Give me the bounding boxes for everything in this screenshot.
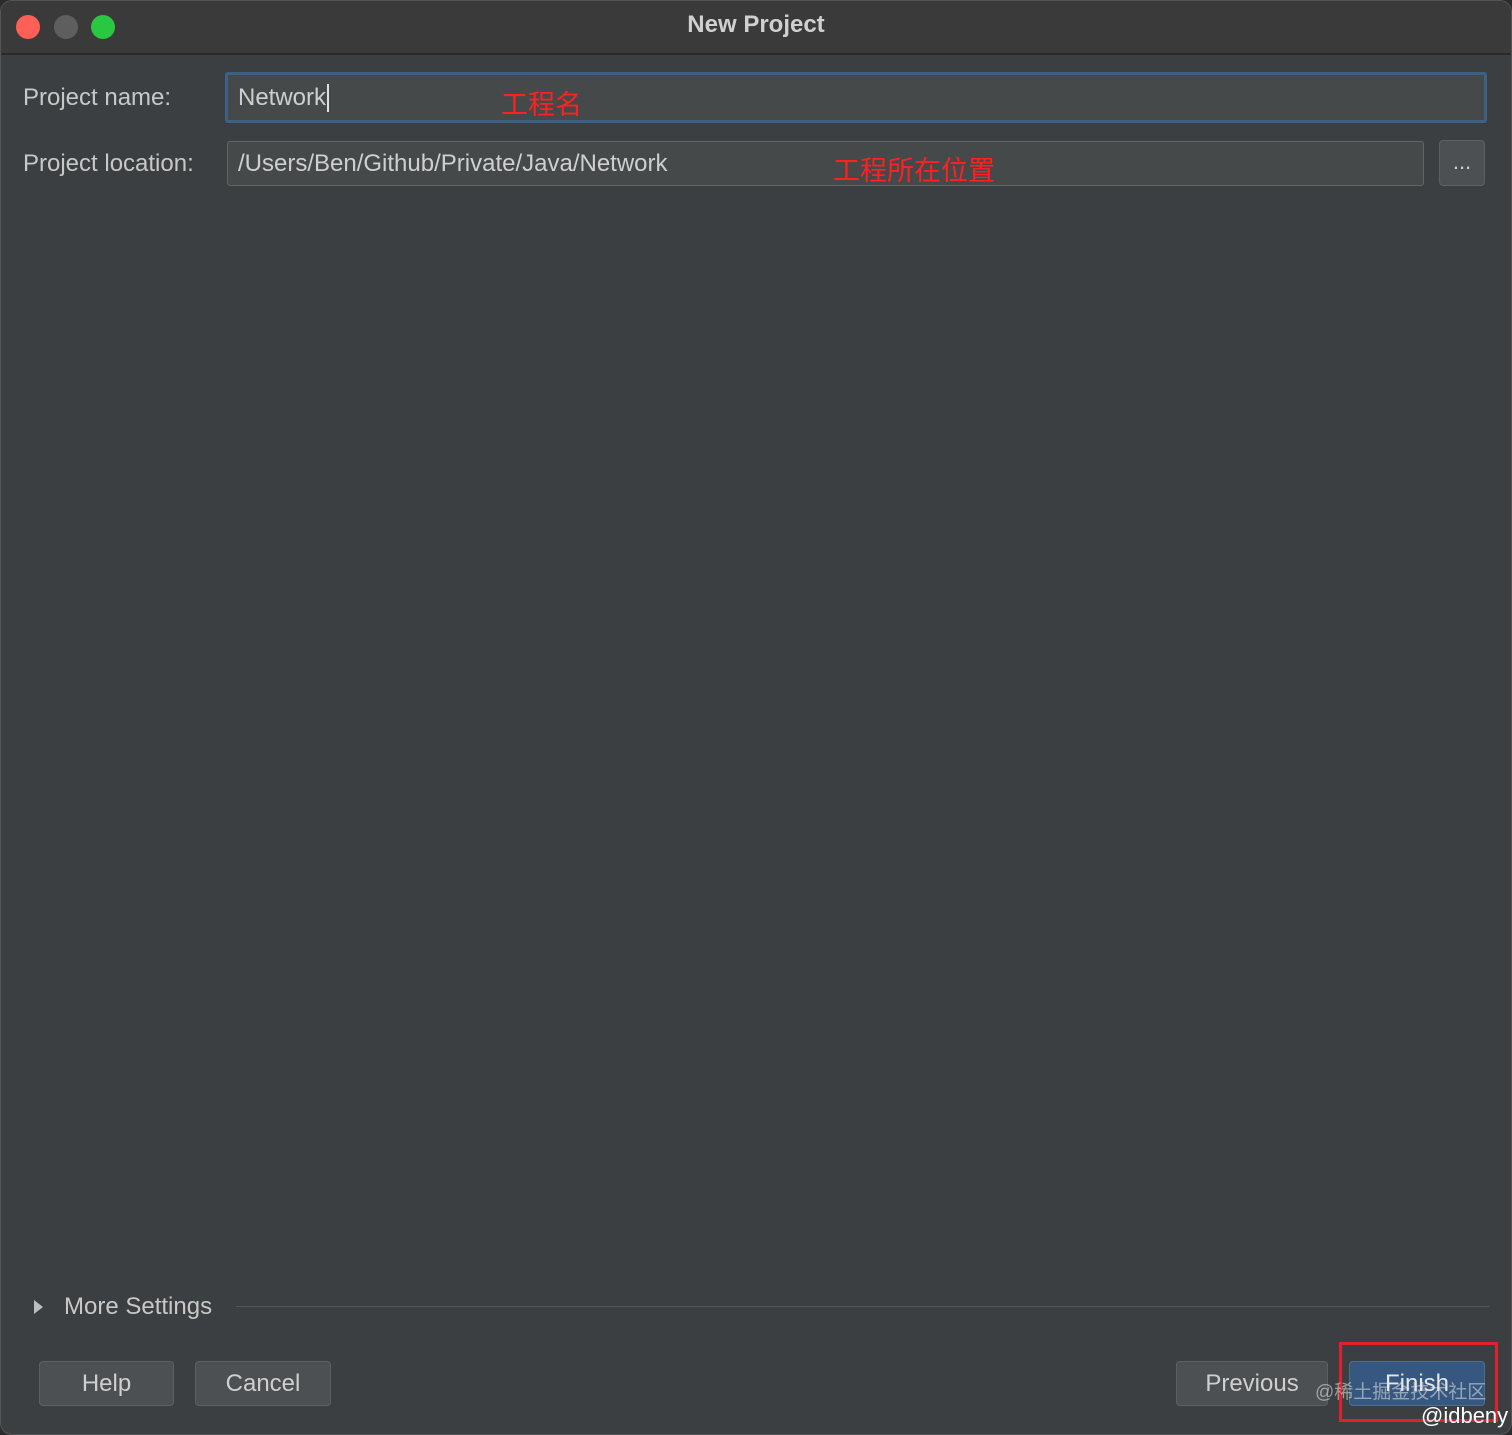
new-project-dialog: New Project Project name: Network 工程名 Pr… (0, 0, 1512, 1435)
project-location-input[interactable]: /Users/Ben/Github/Private/Java/Network (227, 141, 1424, 186)
triangle-right-icon (34, 1300, 43, 1314)
project-name-label: Project name: (23, 84, 172, 111)
project-location-annotation: 工程所在位置 (833, 156, 995, 186)
more-settings-label: More Settings (64, 1293, 213, 1320)
browse-location-button[interactable]: ... (1439, 140, 1485, 186)
project-location-value: /Users/Ben/Github/Private/Java/Network (238, 149, 668, 177)
window-title: New Project (687, 11, 825, 38)
title-bar: New Project (1, 1, 1511, 55)
separator (236, 1306, 1489, 1307)
site-watermark: @稀土掘金技术社区 (1315, 1382, 1487, 1403)
more-settings-toggle[interactable]: More Settings (31, 1290, 212, 1324)
project-name-annotation: 工程名 (501, 90, 582, 120)
help-button[interactable]: Help (39, 1361, 174, 1406)
previous-button[interactable]: Previous (1176, 1361, 1328, 1406)
project-name-value: Network (238, 83, 327, 111)
cancel-button[interactable]: Cancel (195, 1361, 331, 1406)
author-watermark: @idbeny (1421, 1403, 1509, 1428)
project-name-input[interactable]: Network (225, 72, 1487, 123)
text-caret (327, 83, 330, 112)
project-location-label: Project location: (23, 150, 194, 177)
